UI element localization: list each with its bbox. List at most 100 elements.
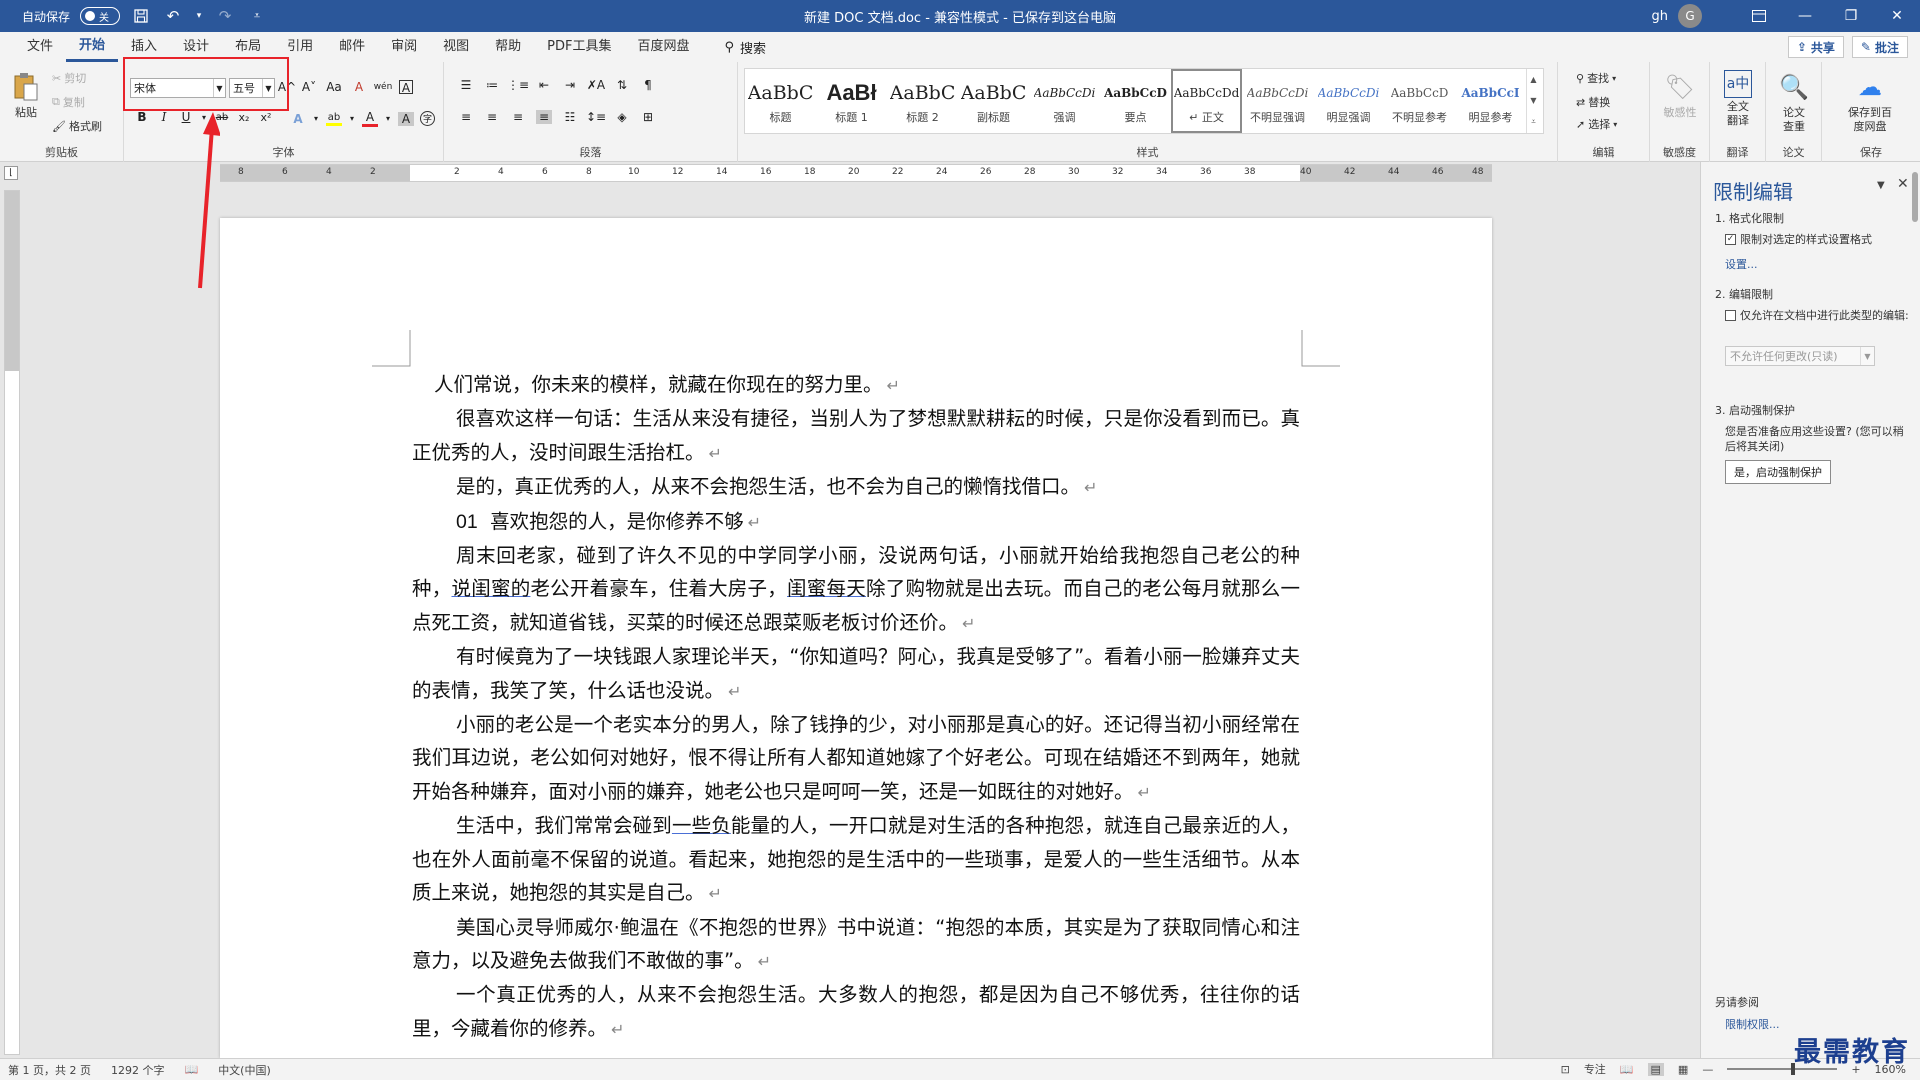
scroll-down-icon[interactable]: ▼ bbox=[1530, 96, 1536, 105]
sensitivity-button[interactable]: 🏷 敏感性 bbox=[1652, 70, 1708, 120]
paragraph[interactable]: 是的，真正优秀的人，从来不会抱怨生活，也不会为自己的懒惰找借口。 ↵ bbox=[412, 470, 1300, 504]
language-indicator[interactable]: 中文(中国) bbox=[218, 1062, 271, 1078]
editing-restriction-checkbox[interactable]: 仅允许在文档中进行此类型的编辑: bbox=[1725, 308, 1911, 323]
restrict-permission-link[interactable]: 限制权限... bbox=[1725, 1016, 1780, 1032]
page-count[interactable]: 第 1 页，共 2 页 bbox=[8, 1062, 91, 1078]
chevron-down-icon[interactable]: ▾ bbox=[312, 114, 320, 123]
select-button[interactable]: ➚ 选择 ▾ bbox=[1576, 116, 1617, 132]
text-effects-icon[interactable]: A bbox=[290, 112, 306, 126]
paragraph[interactable]: 生活中，我们常常会碰到一些负能量的人，一开口就是对生活的各种抱怨，就连自己最亲近… bbox=[412, 809, 1300, 910]
close-icon[interactable]: ✕ bbox=[1897, 176, 1909, 192]
chevron-down-icon[interactable]: ▾ bbox=[348, 114, 356, 123]
scroll-up-icon[interactable]: ▲ bbox=[1530, 75, 1536, 84]
style-normal[interactable]: AaBbCcDd ↵ 正文 bbox=[1171, 69, 1242, 133]
style-subtle-emphasis[interactable]: AaBbCcDi 不明显强调 bbox=[1242, 69, 1313, 133]
read-mode-icon[interactable]: 📖 bbox=[1620, 1063, 1634, 1076]
phonetic-guide-icon[interactable]: wén bbox=[373, 82, 393, 92]
cut-button[interactable]: ✂ 剪切 bbox=[52, 70, 86, 86]
full-translate-button[interactable]: a中 全文翻译 bbox=[1710, 70, 1766, 128]
italic-icon[interactable]: I bbox=[156, 110, 172, 124]
user-name[interactable]: gh bbox=[1652, 9, 1669, 24]
tab-help[interactable]: 帮助 bbox=[482, 32, 534, 62]
align-left-icon[interactable]: ≡ bbox=[458, 110, 474, 124]
bullets-icon[interactable]: ☰ bbox=[458, 78, 474, 92]
style-heading-2[interactable]: AaBbC 标题 2 bbox=[887, 69, 958, 133]
font-color-icon[interactable]: A bbox=[362, 110, 378, 127]
align-right-icon[interactable]: ≡ bbox=[510, 110, 526, 124]
distributed-icon[interactable]: ☷ bbox=[562, 110, 578, 124]
decrease-indent-icon[interactable]: ⇤ bbox=[536, 78, 552, 92]
character-shading-icon[interactable]: A bbox=[398, 111, 414, 126]
customize-qat-icon[interactable]: ⩡ bbox=[246, 5, 268, 27]
paragraph[interactable]: 美国心灵导师威尔·鲍温在《不抱怨的世界》书中说道：“抱怨的本质，其实是为了获取同… bbox=[412, 911, 1300, 979]
tab-file[interactable]: 文件 bbox=[14, 32, 66, 62]
focus-icon[interactable]: ⊡ bbox=[1561, 1063, 1570, 1076]
close-icon[interactable]: ✕ bbox=[1874, 0, 1920, 32]
sort-icon[interactable]: ⇅ bbox=[614, 78, 630, 92]
change-case-icon[interactable]: Aa bbox=[323, 80, 345, 94]
editing-type-select[interactable]: 不允许任何更改(只读) ▼ bbox=[1725, 346, 1875, 366]
paragraph[interactable]: 小丽的老公是一个老实本分的男人，除了钱挣的少，对小丽那是真心的好。还记得当初小丽… bbox=[412, 708, 1300, 809]
shading-icon[interactable]: ◈ bbox=[614, 110, 630, 124]
start-enforcement-button[interactable]: 是，启动强制保护 bbox=[1725, 460, 1831, 484]
align-center-icon[interactable]: ≡ bbox=[484, 110, 500, 124]
increase-indent-icon[interactable]: ⇥ bbox=[562, 78, 578, 92]
replace-button[interactable]: ⇄ 替换 bbox=[1576, 94, 1610, 110]
style-emphasis[interactable]: AaBbCcDi 强调 bbox=[1029, 69, 1100, 133]
chinese-layout-icon[interactable]: ✗A bbox=[587, 78, 605, 92]
formatting-restriction-checkbox[interactable]: ✓ 限制对选定的样式设置格式 bbox=[1725, 232, 1872, 247]
pane-options-icon[interactable]: ▼ bbox=[1877, 180, 1885, 191]
superscript-icon[interactable]: x² bbox=[258, 111, 274, 124]
tab-pdf-tools[interactable]: PDF工具集 bbox=[534, 32, 624, 62]
save-netdisk-button[interactable]: ☁ 保存到百度网盘 bbox=[1842, 70, 1898, 134]
enclose-characters-icon[interactable]: 字 bbox=[420, 111, 435, 126]
character-border-icon[interactable]: A bbox=[399, 80, 413, 95]
section-heading[interactable]: 01 喜欢抱怨的人，是你修养不够 ↵ bbox=[412, 505, 1300, 539]
redo-icon[interactable]: ↷ bbox=[214, 5, 236, 27]
paragraph[interactable]: 人们常说，你未来的模样，就藏在你现在的努力里。 ↵ bbox=[412, 368, 1300, 402]
print-layout-icon[interactable]: ▤ bbox=[1647, 1062, 1664, 1076]
bold-icon[interactable]: B bbox=[134, 110, 150, 124]
paragraph[interactable]: 周末回老家，碰到了许久不见的中学同学小丽，没说两句话，小丽就开始给我抱怨自己老公… bbox=[412, 539, 1300, 640]
multilevel-list-icon[interactable]: ⋮≡ bbox=[507, 78, 529, 92]
paste-button[interactable]: 粘贴 bbox=[4, 70, 48, 120]
checkbox-checked-icon[interactable]: ✓ bbox=[1725, 234, 1736, 245]
web-layout-icon[interactable]: ▦ bbox=[1678, 1063, 1688, 1076]
minimize-icon[interactable]: — bbox=[1782, 0, 1828, 32]
autosave-toggle[interactable]: 关 bbox=[80, 7, 121, 25]
document-page[interactable]: 人们常说，你未来的模样，就藏在你现在的努力里。 ↵ 很喜欢这样一句话：生活从来没有… bbox=[220, 218, 1492, 1058]
style-subtitle[interactable]: AaBbC 副标题 bbox=[958, 69, 1029, 133]
zoom-out-icon[interactable]: — bbox=[1702, 1063, 1713, 1076]
tab-review[interactable]: 审阅 bbox=[378, 32, 430, 62]
subscript-icon[interactable]: x₂ bbox=[236, 111, 252, 124]
format-painter-button[interactable]: 🖌 格式刷 bbox=[52, 118, 102, 134]
line-spacing-icon[interactable]: ↕≡ bbox=[586, 110, 606, 124]
proofing-icon[interactable]: 📖 bbox=[184, 1063, 198, 1076]
paragraph[interactable]: 一个真正优秀的人，从来不会抱怨生活。大多数人的抱怨，都是因为自己不够优秀，往往你… bbox=[412, 978, 1300, 1046]
comments-button[interactable]: ✎ 批注 bbox=[1851, 36, 1908, 58]
vertical-ruler[interactable] bbox=[4, 190, 20, 1055]
style-subtle-reference[interactable]: AaBbCcD 不明显参考 bbox=[1384, 69, 1455, 133]
style-title[interactable]: AaBbC 标题 bbox=[745, 69, 816, 133]
show-marks-icon[interactable]: ¶ bbox=[640, 78, 656, 92]
justify-icon[interactable]: ≡ bbox=[536, 110, 552, 124]
paper-check-button[interactable]: 🔍 论文查重 bbox=[1766, 70, 1822, 134]
ribbon-display-icon[interactable] bbox=[1736, 0, 1782, 32]
tell-me-search[interactable]: ⚲ 搜索 bbox=[725, 38, 767, 57]
style-heading-1[interactable]: AaBł 标题 1 bbox=[816, 69, 887, 133]
highlight-icon[interactable]: ab bbox=[326, 112, 342, 126]
focus-mode[interactable]: 专注 bbox=[1584, 1061, 1606, 1077]
clear-formatting-icon[interactable]: A bbox=[351, 80, 367, 94]
expand-gallery-icon[interactable]: ⩡ bbox=[1531, 117, 1536, 127]
tab-selector[interactable]: ⌊ bbox=[4, 166, 18, 180]
settings-link[interactable]: 设置... bbox=[1725, 256, 1758, 272]
tab-baidu-netdisk[interactable]: 百度网盘 bbox=[624, 32, 702, 62]
style-intense-emphasis[interactable]: AaBbCcDi 明显强调 bbox=[1313, 69, 1384, 133]
copy-button[interactable]: ⧉ 复制 bbox=[52, 94, 85, 110]
tab-mailings[interactable]: 邮件 bbox=[326, 32, 378, 62]
shrink-font-icon[interactable]: A˅ bbox=[301, 80, 317, 94]
paragraph[interactable]: 有时候竟为了一块钱跟人家理论半天，“你知道吗？阿心，我真是受够了”。看着小丽一脸… bbox=[412, 640, 1300, 708]
restore-icon[interactable]: ❐ bbox=[1828, 0, 1874, 32]
find-button[interactable]: ⚲ 查找 ▾ bbox=[1576, 70, 1616, 86]
paragraph[interactable]: 很喜欢这样一句话：生活从来没有捷径，当别人为了梦想默默耕耘的时候，只是你没看到而… bbox=[412, 402, 1300, 470]
